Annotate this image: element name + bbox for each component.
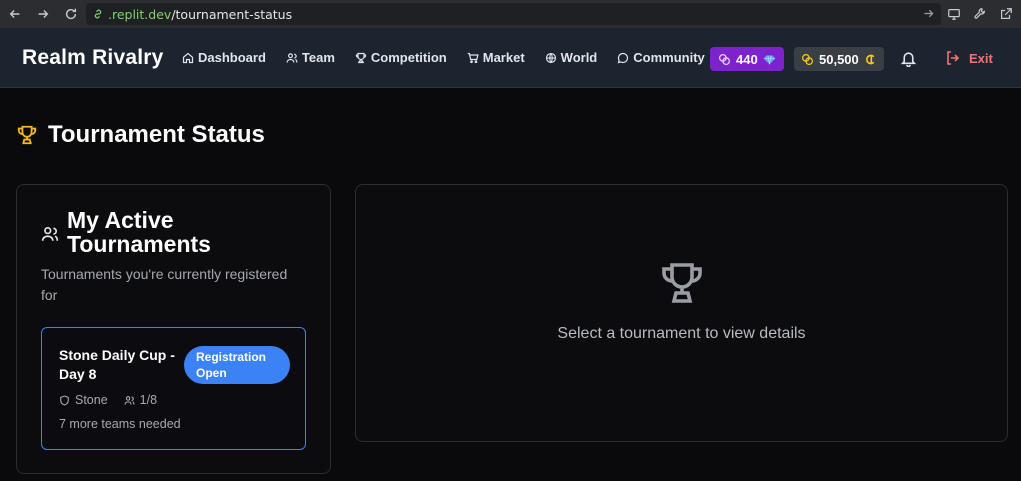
credit-symbol-icon bbox=[865, 54, 875, 64]
teams-needed: 7 more teams needed bbox=[59, 417, 181, 431]
open-external-icon[interactable] bbox=[997, 3, 1015, 25]
nav-label: Market bbox=[482, 50, 525, 65]
nav-label: Community bbox=[633, 50, 705, 65]
nav-market[interactable]: Market bbox=[467, 50, 525, 65]
users-icon bbox=[124, 395, 135, 405]
users-icon bbox=[41, 226, 59, 241]
page-title-text: Tournament Status bbox=[48, 121, 265, 148]
gems-balance[interactable]: 440 bbox=[710, 47, 784, 71]
trophy-icon bbox=[17, 125, 37, 145]
brand-logo[interactable]: Realm Rivalry bbox=[22, 46, 164, 70]
division-label: Stone bbox=[75, 393, 108, 407]
main-nav: Dashboard Team Competition Market World … bbox=[182, 50, 705, 65]
active-tournaments-card: My Active Tournaments Tournaments you're… bbox=[16, 184, 331, 474]
nav-label: Dashboard bbox=[198, 50, 266, 65]
nav-team[interactable]: Team bbox=[286, 50, 335, 65]
trophy-icon bbox=[662, 263, 702, 303]
coins-icon bbox=[802, 53, 813, 65]
home-icon bbox=[182, 52, 194, 63]
monitor-icon[interactable] bbox=[945, 3, 963, 25]
trophy-icon bbox=[355, 52, 367, 63]
chat-icon bbox=[617, 52, 629, 63]
coins-icon bbox=[719, 53, 730, 65]
url-path: /tournament-status bbox=[171, 6, 293, 22]
forward-icon[interactable] bbox=[32, 3, 54, 25]
empty-state-text: Select a tournament to view details bbox=[557, 325, 806, 342]
address-bar[interactable]: .replit.dev/tournament-status bbox=[86, 3, 941, 25]
browser-toolbar: .replit.dev/tournament-status bbox=[0, 0, 1021, 28]
link-icon bbox=[94, 9, 102, 19]
gems-value: 440 bbox=[736, 51, 758, 67]
page-title: Tournament Status bbox=[16, 121, 265, 149]
tournament-details-panel: Select a tournament to view details bbox=[355, 184, 1008, 442]
teams-count: 1/8 bbox=[139, 393, 158, 407]
nav-world[interactable]: World bbox=[545, 50, 598, 65]
wrench-icon[interactable] bbox=[971, 3, 989, 25]
url-host: .replit.dev bbox=[108, 6, 172, 22]
nav-community[interactable]: Community bbox=[617, 50, 705, 65]
globe-icon bbox=[545, 52, 556, 63]
back-icon[interactable] bbox=[4, 3, 26, 25]
status-badge: Registration Open bbox=[184, 346, 290, 384]
division-info: Stone bbox=[59, 393, 108, 407]
nav-competition[interactable]: Competition bbox=[355, 50, 447, 65]
exit-label: Exit bbox=[969, 50, 993, 66]
card-subtitle: Tournaments you're currently registered … bbox=[41, 266, 288, 303]
cart-icon bbox=[467, 52, 479, 63]
gem-icon bbox=[763, 54, 775, 64]
credits-balance[interactable]: 50,500 bbox=[794, 47, 884, 71]
card-title: My Active Tournaments bbox=[67, 207, 211, 257]
tournament-name: Stone Daily Cup - Day 8 bbox=[59, 347, 175, 382]
reload-icon[interactable] bbox=[60, 3, 82, 25]
nav-label: Team bbox=[301, 50, 335, 65]
go-arrow-icon[interactable] bbox=[922, 7, 935, 20]
exit-button[interactable]: Exit bbox=[945, 50, 993, 66]
logout-icon bbox=[947, 51, 960, 65]
bell-icon[interactable] bbox=[900, 50, 917, 67]
tournament-item[interactable]: Stone Daily Cup - Day 8 Registration Ope… bbox=[41, 327, 306, 450]
credits-value: 50,500 bbox=[819, 51, 859, 67]
teams-info: 1/8 bbox=[124, 393, 157, 407]
nav-label: Competition bbox=[370, 50, 447, 65]
shield-icon bbox=[60, 394, 69, 406]
nav-dashboard[interactable]: Dashboard bbox=[182, 50, 266, 65]
app-header: Realm Rivalry Dashboard Team Competition… bbox=[0, 28, 1021, 88]
users-icon bbox=[286, 52, 298, 63]
nav-label: World bbox=[560, 50, 598, 65]
